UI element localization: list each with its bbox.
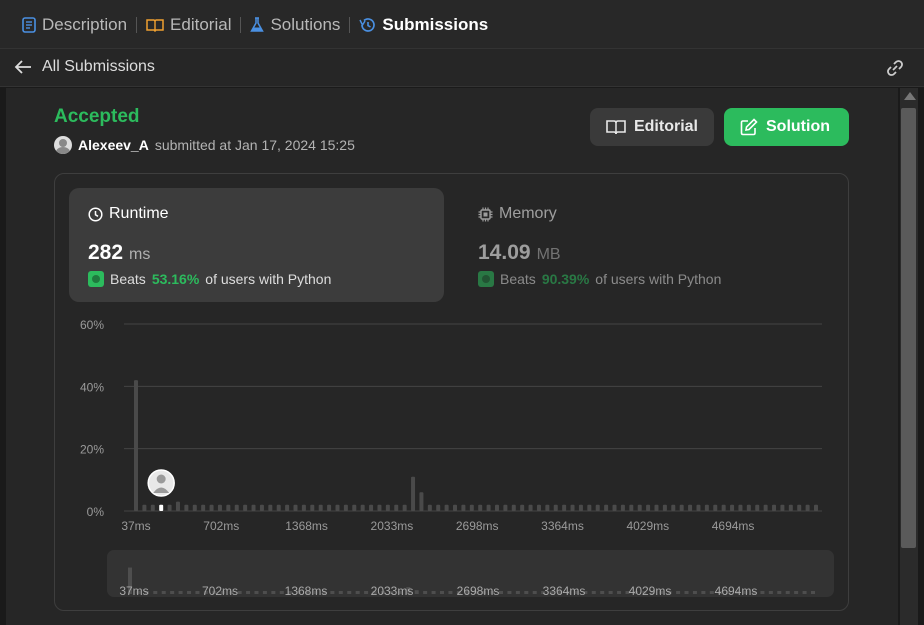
tab-list: Description Editorial Solutions Submissi…	[14, 0, 496, 49]
memory-unit: MB	[536, 246, 561, 263]
runtime-value-row: 282 ms	[88, 241, 150, 265]
history-icon	[359, 17, 376, 32]
editorial-button[interactable]: Editorial	[590, 108, 714, 146]
memory-title-label: Memory	[499, 205, 557, 222]
runtime-unit: ms	[129, 246, 151, 263]
tab-editorial[interactable]: Editorial	[138, 15, 239, 35]
submission-subheader: All Submissions	[0, 49, 924, 87]
user-avatar[interactable]	[54, 136, 72, 154]
runtime-beats-percent: 53.16%	[151, 271, 200, 287]
link-icon	[887, 60, 903, 76]
username-link[interactable]: Alexeev_A	[78, 137, 149, 153]
memory-beats-percent: 90.39%	[541, 271, 590, 287]
submitted-at-text: submitted at Jan 17, 2024 15:25	[154, 137, 355, 153]
tab-divider	[136, 16, 138, 33]
editorial-button-label: Editorial	[633, 118, 698, 135]
scroll-up-arrow[interactable]	[904, 92, 916, 100]
memory-beats-suffix: of users with Python	[595, 271, 722, 287]
runtime-title: Runtime	[88, 205, 169, 223]
runtime-beats-suffix: of users with Python	[205, 271, 332, 287]
tab-solutions[interactable]: Solutions	[242, 15, 348, 35]
clap-hands-icon	[88, 271, 104, 287]
clap-hands-icon	[478, 271, 494, 287]
book-icon	[146, 18, 164, 32]
runtime-title-label: Runtime	[109, 205, 169, 222]
document-icon	[22, 16, 36, 33]
edit-icon	[740, 118, 758, 136]
flask-icon	[250, 16, 265, 32]
book-icon	[606, 120, 626, 135]
solution-button[interactable]: Solution	[724, 108, 849, 146]
memory-value-row: 14.09 MB	[478, 241, 561, 265]
chip-icon	[478, 207, 493, 221]
memory-value: 14.09	[478, 241, 531, 264]
top-tab-bar: Description Editorial Solutions Submissi…	[0, 0, 924, 49]
vertical-scrollbar[interactable]	[900, 88, 918, 625]
tab-solutions-label: Solutions	[270, 14, 341, 34]
share-link-button[interactable]	[884, 58, 906, 83]
tab-description[interactable]: Description	[14, 15, 135, 35]
solution-button-label: Solution	[766, 118, 830, 135]
tab-divider	[349, 16, 351, 33]
tab-submissions-label: Submissions	[382, 14, 489, 34]
memory-beats-prefix: Beats	[500, 271, 536, 287]
scroll-thumb[interactable]	[901, 108, 916, 548]
memory-beats: Beats 90.39% of users with Python	[478, 271, 721, 287]
tab-divider	[240, 16, 242, 33]
runtime-value: 282	[88, 241, 124, 264]
all-submissions-back-button[interactable]: All Submissions	[14, 58, 155, 76]
memory-title[interactable]: Memory	[478, 205, 557, 223]
submission-meta: Alexeev_A submitted at Jan 17, 2024 15:2…	[54, 136, 355, 154]
tab-submissions[interactable]: Submissions	[351, 15, 496, 35]
tab-editorial-label: Editorial	[170, 14, 232, 34]
runtime-beats-prefix: Beats	[110, 271, 146, 287]
submission-status: Accepted	[54, 106, 140, 127]
tab-description-label: Description	[42, 14, 128, 34]
arrow-left-icon	[14, 60, 31, 74]
runtime-beats: Beats 53.16% of users with Python	[88, 271, 331, 287]
clock-icon	[88, 206, 103, 222]
back-label: All Submissions	[42, 58, 155, 75]
